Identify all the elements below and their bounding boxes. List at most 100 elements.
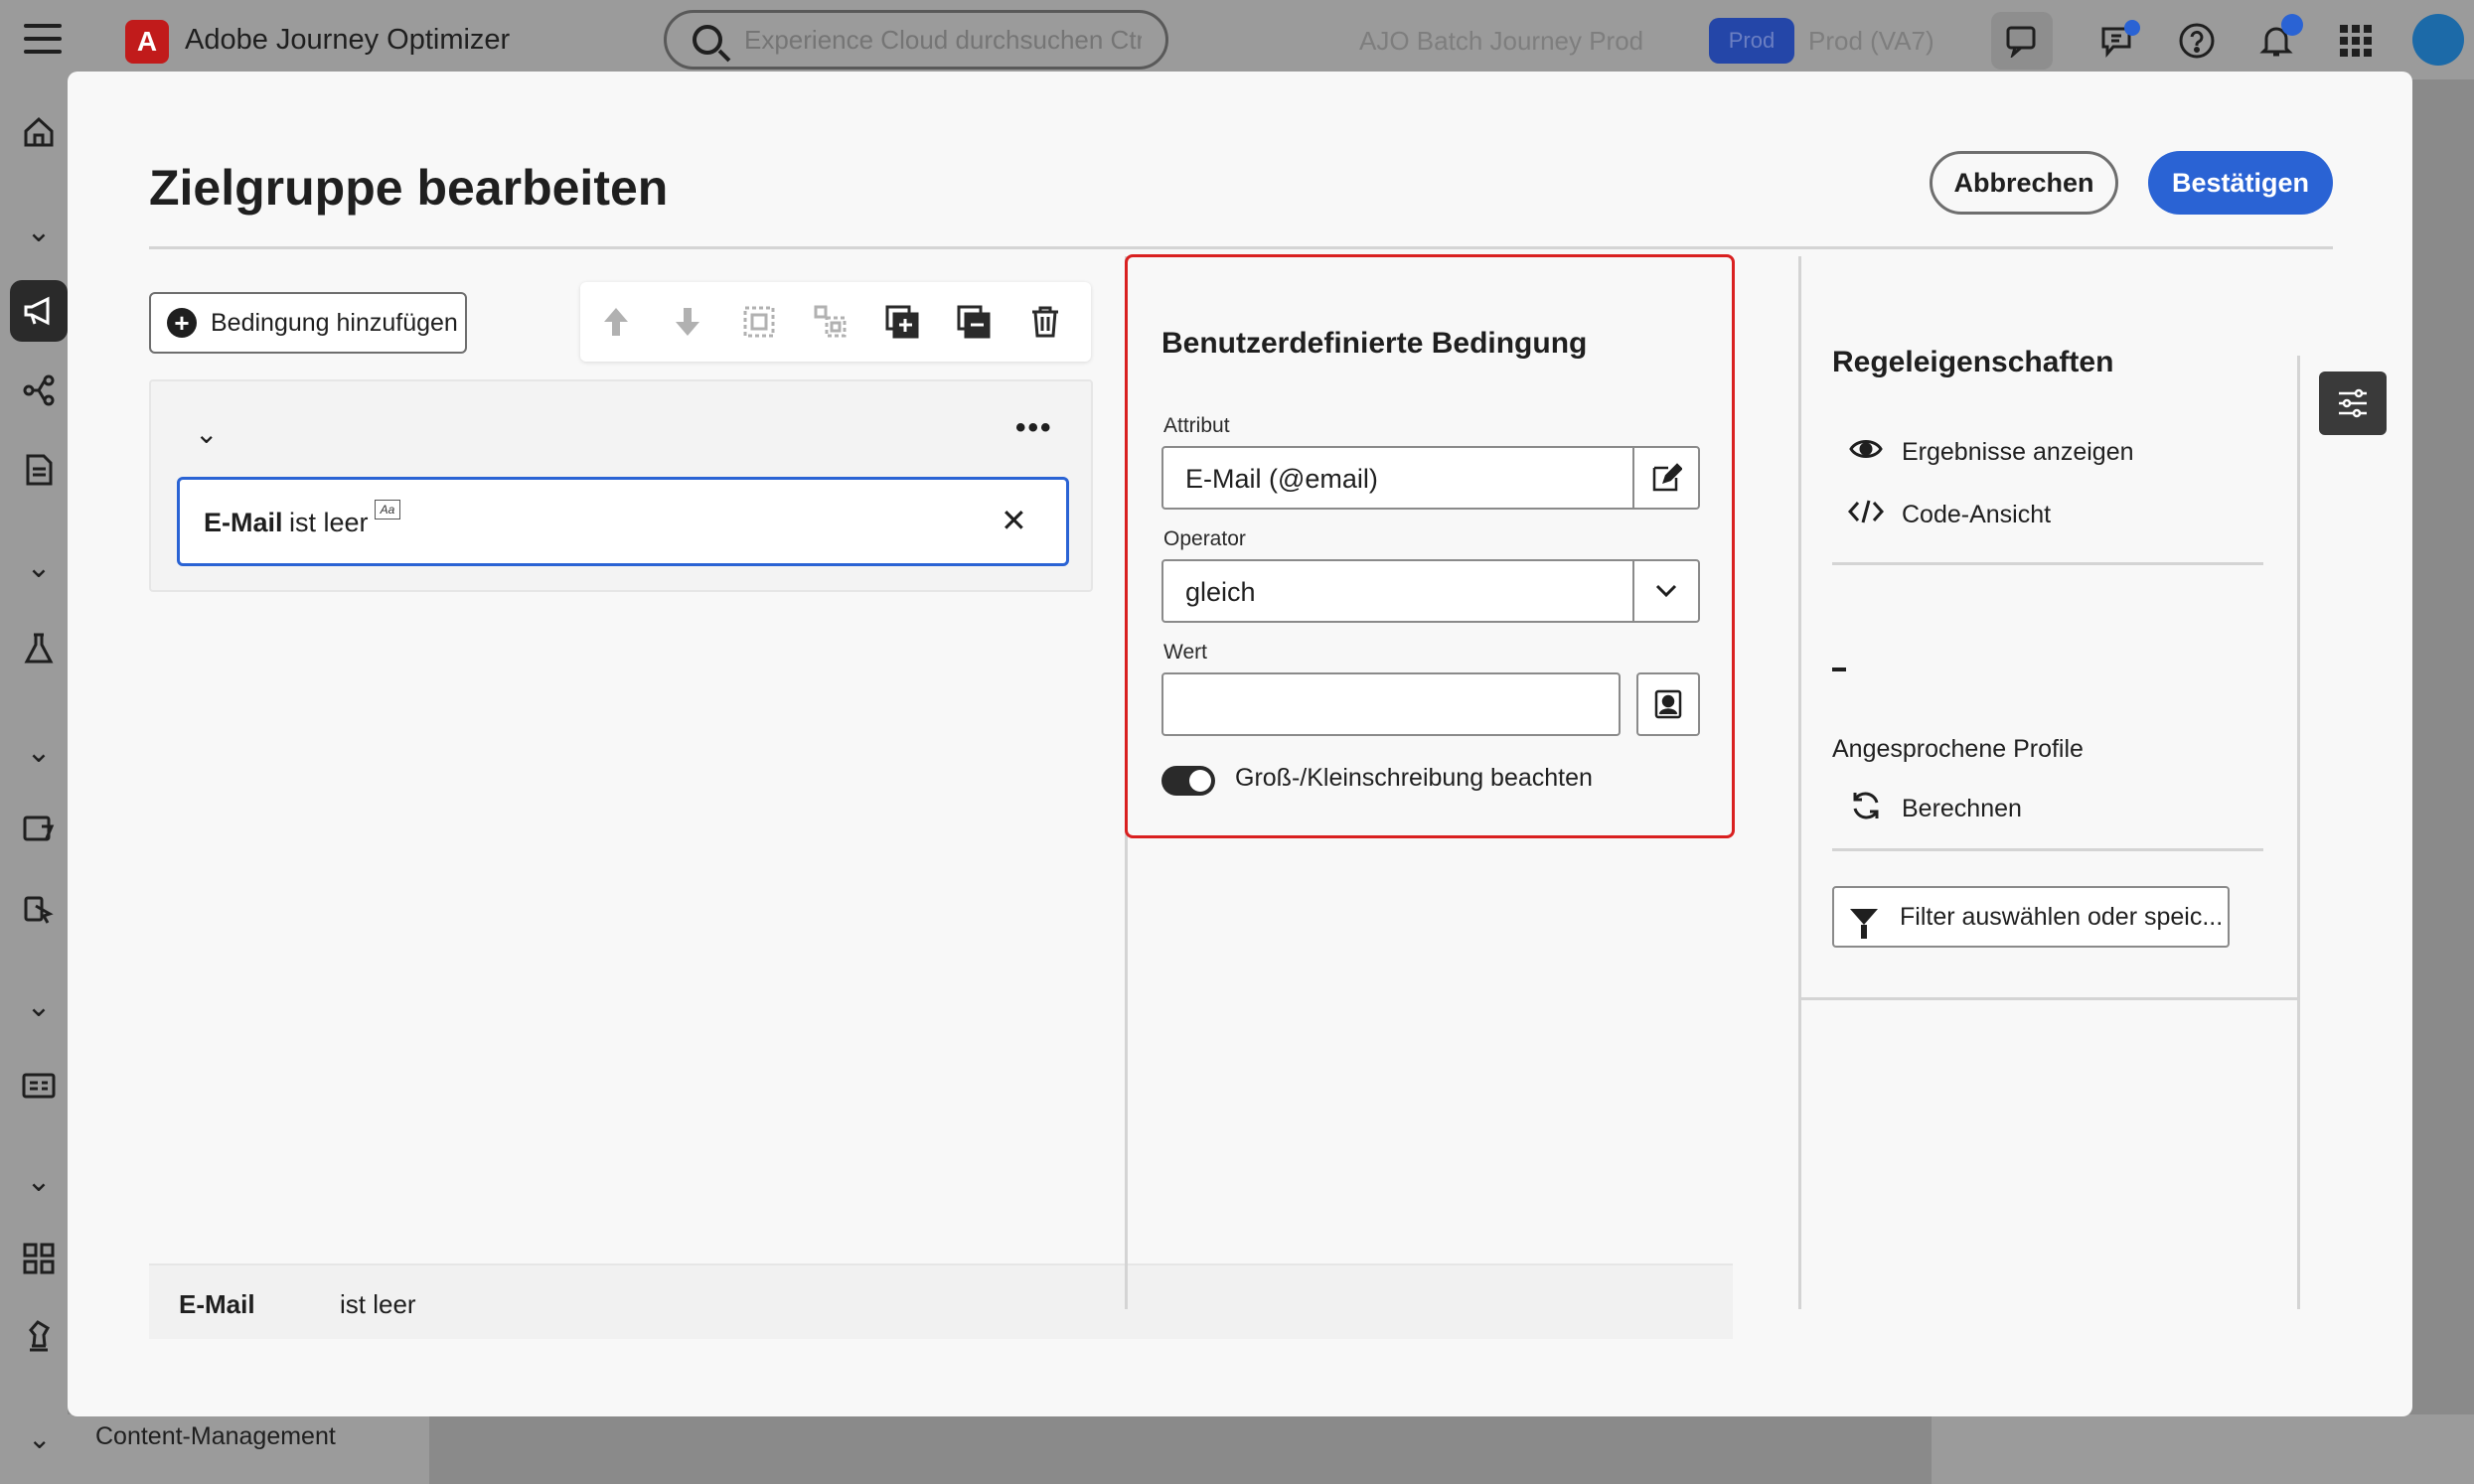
flask-icon[interactable] bbox=[22, 632, 56, 666]
search-icon bbox=[693, 25, 722, 55]
edit-icon[interactable] bbox=[1632, 448, 1698, 508]
cancel-button[interactable]: Abbrechen bbox=[1930, 151, 2118, 215]
profile-picker-icon bbox=[1654, 689, 1682, 719]
divider bbox=[1800, 997, 2299, 1000]
background-region bbox=[429, 1414, 1932, 1484]
attribute-value: E-Mail (@email) bbox=[1185, 464, 1378, 494]
edit-audience-dialog: Zielgruppe bearbeiten Abbrechen Bestätig… bbox=[68, 72, 2412, 1416]
profile-count bbox=[1832, 668, 1846, 671]
calculate-label: Berechnen bbox=[1902, 795, 2022, 822]
panel-title: Regeleigenschaften bbox=[1832, 346, 2114, 378]
summary-operator: ist leer bbox=[340, 1289, 416, 1319]
code-icon bbox=[1847, 499, 1885, 531]
summary-attribute: E-Mail bbox=[179, 1289, 255, 1319]
add-condition-label: Bedingung hinzufügen bbox=[211, 308, 458, 337]
confirm-button[interactable]: Bestätigen bbox=[2148, 151, 2333, 215]
search-input[interactable] bbox=[744, 24, 1142, 56]
group-icon[interactable] bbox=[723, 282, 795, 362]
apps-icon[interactable] bbox=[22, 1242, 56, 1275]
value-label: Wert bbox=[1163, 641, 1207, 664]
remove-group-icon[interactable] bbox=[938, 282, 1009, 362]
offers-icon[interactable] bbox=[22, 813, 56, 846]
eye-icon bbox=[1848, 437, 1884, 468]
chevron-down-icon[interactable]: ⌄ bbox=[195, 417, 218, 450]
adobe-logo-icon: A bbox=[125, 20, 169, 64]
app-title: Adobe Journey Optimizer bbox=[185, 24, 511, 56]
fragments-icon[interactable] bbox=[22, 892, 56, 926]
add-condition-button[interactable]: + Bedingung hinzufügen bbox=[149, 292, 467, 354]
chevron-down-icon[interactable]: ⌄ bbox=[22, 215, 56, 248]
notification-dot bbox=[2124, 20, 2140, 36]
apps-grid-icon[interactable] bbox=[2333, 18, 2379, 64]
ungroup-icon[interactable] bbox=[795, 282, 866, 362]
filter-icon bbox=[1850, 909, 1878, 939]
profile-picker-button[interactable] bbox=[1636, 672, 1700, 736]
notification-dot bbox=[2281, 14, 2303, 36]
code-view-label: Code-Ansicht bbox=[1902, 501, 2052, 528]
divider bbox=[1832, 848, 2263, 851]
condition-card[interactable]: E-Mail ist leer Aa ✕ bbox=[177, 477, 1069, 566]
megaphone-icon[interactable] bbox=[22, 294, 56, 328]
filter-select-button[interactable]: Filter auswählen oder speic... bbox=[1832, 886, 2230, 948]
code-view-link[interactable]: Code-Ansicht bbox=[1847, 499, 2052, 531]
filter-label: Filter auswählen oder speic... bbox=[1900, 902, 2224, 931]
global-search[interactable] bbox=[664, 10, 1168, 70]
operator-value: gleich bbox=[1185, 577, 1256, 607]
divider bbox=[2297, 356, 2300, 1309]
top-bar: A Adobe Journey Optimizer AJO Batch Jour… bbox=[0, 0, 2474, 79]
rule-summary: E-Mail ist leer bbox=[149, 1263, 1733, 1339]
card-icon[interactable] bbox=[22, 1069, 56, 1103]
document-icon[interactable] bbox=[22, 453, 56, 487]
environment-badge: Prod bbox=[1709, 18, 1794, 64]
chevron-down-icon[interactable] bbox=[1632, 561, 1698, 621]
dialog-title: Zielgruppe bearbeiten bbox=[149, 160, 669, 216]
value-input[interactable] bbox=[1161, 672, 1621, 736]
case-sensitive-badge: Aa bbox=[375, 500, 400, 519]
sliders-icon bbox=[2339, 388, 2367, 418]
attribute-label: Attribut bbox=[1163, 414, 1230, 437]
journey-icon[interactable] bbox=[22, 373, 56, 407]
refresh-icon bbox=[1848, 789, 1884, 829]
close-icon[interactable]: ✕ bbox=[1001, 502, 1027, 539]
nav-section-content-management[interactable]: Content-Management bbox=[95, 1422, 336, 1451]
panel-title: Benutzerdefinierte Bedingung bbox=[1161, 327, 1588, 360]
show-results-link[interactable]: Ergebnisse anzeigen bbox=[1848, 437, 2134, 468]
environment-label[interactable]: Prod (VA7) bbox=[1808, 26, 1934, 57]
operator-label: Operator bbox=[1163, 527, 1246, 550]
trash-icon[interactable] bbox=[1009, 282, 1081, 362]
chevron-down-icon[interactable]: ⌄ bbox=[22, 1164, 56, 1198]
condition-toolbar bbox=[580, 282, 1091, 362]
add-circle-icon: + bbox=[167, 308, 197, 338]
settings-sliders-button[interactable] bbox=[2319, 371, 2387, 435]
divider bbox=[1832, 562, 2263, 565]
avatar[interactable] bbox=[2412, 14, 2464, 66]
more-options-icon[interactable]: ••• bbox=[1015, 411, 1053, 445]
case-sensitive-label: Groß-/Kleinschreibung beachten bbox=[1235, 764, 1593, 792]
arrow-up-icon[interactable] bbox=[580, 282, 652, 362]
arrow-down-icon[interactable] bbox=[652, 282, 723, 362]
chevron-down-icon[interactable]: ⌄ bbox=[22, 735, 56, 769]
duplicate-icon[interactable] bbox=[866, 282, 938, 362]
targeted-profiles-label: Angesprochene Profile bbox=[1832, 735, 2084, 763]
chevron-down-icon[interactable]: ⌄ bbox=[28, 1422, 51, 1455]
show-results-label: Ergebnisse anzeigen bbox=[1902, 438, 2134, 466]
calculate-link[interactable]: Berechnen bbox=[1848, 789, 2022, 829]
condition-attribute: E-Mail bbox=[204, 508, 283, 537]
left-nav: ⌄ ⌄ ⌄ ⌄ ⌄ bbox=[0, 79, 68, 1484]
sandbox-name[interactable]: AJO Batch Journey Prod bbox=[1359, 26, 1643, 57]
menu-icon[interactable] bbox=[24, 24, 62, 54]
case-sensitive-toggle[interactable] bbox=[1161, 766, 1215, 796]
bottom-nav-strip: ⌄ Content-Management bbox=[28, 1414, 2474, 1484]
chevron-down-icon[interactable]: ⌄ bbox=[22, 989, 56, 1023]
divider bbox=[1798, 256, 1801, 1309]
condition-operator: ist leer bbox=[289, 508, 369, 537]
home-icon[interactable] bbox=[22, 115, 56, 149]
operator-dropdown[interactable]: gleich bbox=[1161, 559, 1700, 623]
chess-icon[interactable] bbox=[22, 1319, 56, 1353]
chat-icon[interactable] bbox=[1991, 12, 2053, 70]
custom-condition-panel: Benutzerdefinierte Bedingung Attribut E-… bbox=[1125, 254, 1735, 838]
chevron-down-icon[interactable]: ⌄ bbox=[22, 550, 56, 584]
divider bbox=[149, 246, 2333, 249]
attribute-field[interactable]: E-Mail (@email) bbox=[1161, 446, 1700, 510]
help-icon[interactable] bbox=[2174, 18, 2220, 64]
